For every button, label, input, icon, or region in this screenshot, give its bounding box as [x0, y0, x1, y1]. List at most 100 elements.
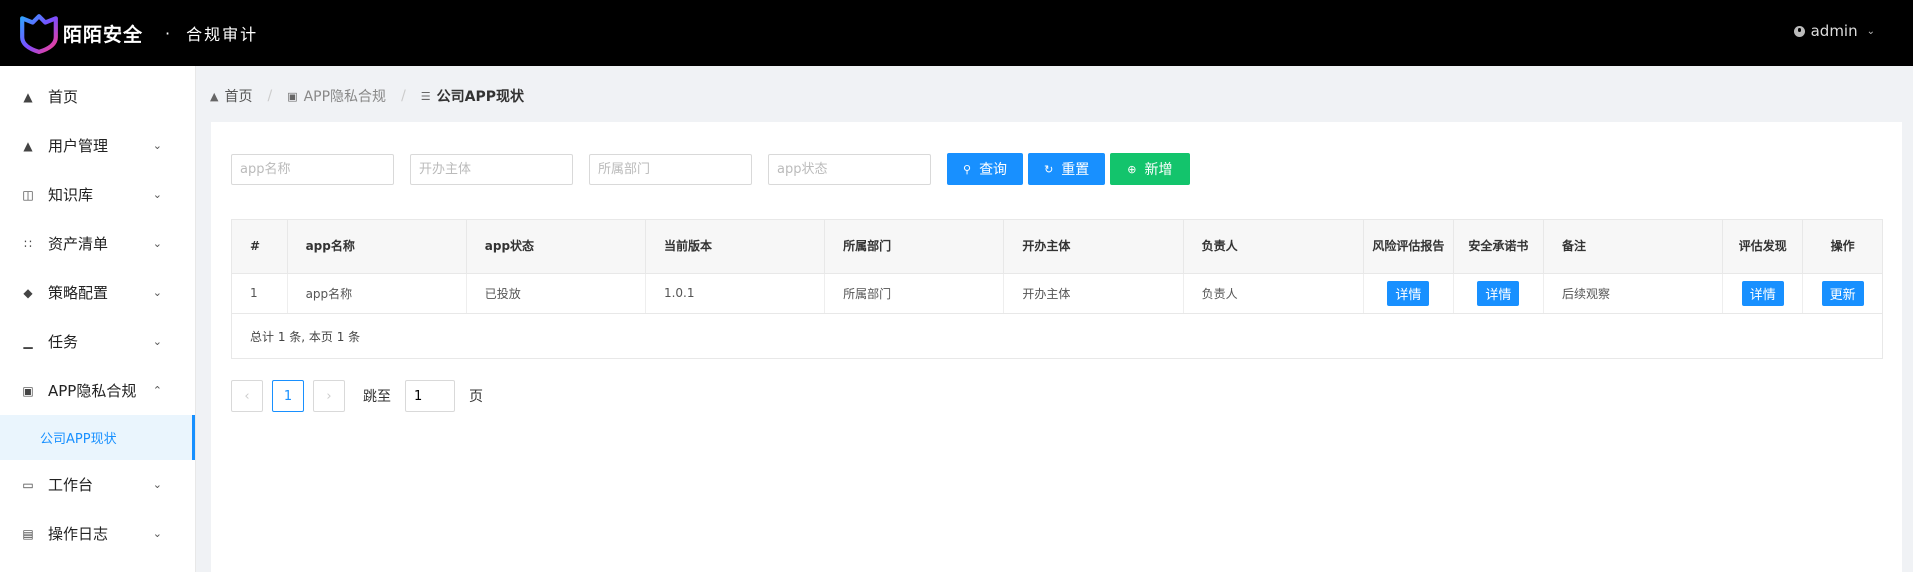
query-button[interactable]: ⚲ 查询: [947, 153, 1024, 185]
findings-detail-button[interactable]: 详情: [1741, 280, 1784, 306]
table-summary: 总计 1 条, 本页 1 条: [250, 330, 361, 344]
refresh-icon: ↻: [1044, 162, 1054, 176]
add-label: 新增: [1144, 162, 1173, 178]
chevron-up-icon: ⌃: [152, 384, 162, 397]
briefcase-icon: ▣: [287, 89, 298, 103]
search-icon: ⚲: [963, 162, 972, 176]
brand-name: 陌陌安全: [63, 23, 144, 46]
chevron-down-icon: ⌄: [152, 237, 162, 250]
bar-chart-icon: ▁: [23, 334, 33, 349]
log-icon: ▤: [22, 526, 34, 541]
risk-report-detail-button[interactable]: 详情: [1387, 280, 1430, 306]
pagination: ‹ 1 › 跳至 页: [231, 380, 483, 412]
filter-bar: ⚲ 查询 ↻ 重置 ⊕ 新增: [231, 153, 1195, 185]
col-header-operator: 开办主体: [1003, 220, 1184, 274]
sidebar-item-label: APP隐私合规: [48, 382, 137, 400]
breadcrumb-current: 公司APP现状: [436, 89, 525, 105]
sidebar-item-user-management[interactable]: ▲ 用户管理 ⌄: [0, 121, 195, 170]
sidebar: ▲ 首页 ▲ 用户管理 ⌄ ◫ 知识库 ⌄ ∷ 资产清单 ⌄ ◆ 策略配置 ⌄ …: [0, 66, 196, 572]
table-header-row: # app名称 app状态 当前版本 所属部门 开办主体 负责人 风险评估报告 …: [232, 220, 1882, 274]
sidebar-item-label: 资产清单: [48, 235, 109, 253]
cell-owner: 负责人: [1183, 273, 1364, 314]
col-header-index: #: [232, 220, 288, 274]
desktop-icon: ▭: [22, 477, 34, 492]
col-header-app-name: app名称: [287, 220, 467, 274]
col-header-version: 当前版本: [645, 220, 826, 274]
sidebar-item-tasks[interactable]: ▁ 任务 ⌄: [0, 317, 195, 366]
sidebar-item-policy-config[interactable]: ◆ 策略配置 ⌄: [0, 268, 195, 317]
cube-icon: ◆: [23, 285, 33, 300]
cell-app-status: 已投放: [466, 273, 646, 314]
home-icon: ▲: [23, 89, 33, 104]
chevron-left-icon: ‹: [244, 388, 250, 404]
sidebar-item-label: 首页: [48, 88, 79, 106]
breadcrumb-separator: /: [267, 88, 273, 104]
col-header-app-status: app状态: [466, 220, 646, 274]
cell-department: 所属部门: [824, 273, 1005, 314]
app-status-input[interactable]: [768, 153, 931, 185]
prev-page-button[interactable]: ‹: [231, 380, 263, 412]
commitment-detail-button[interactable]: 详情: [1477, 280, 1520, 306]
add-button[interactable]: ⊕ 新增: [1110, 153, 1190, 185]
breadcrumb-section[interactable]: APP隐私合规: [304, 86, 386, 106]
jump-page-input[interactable]: [405, 380, 455, 412]
reset-label: 重置: [1061, 162, 1090, 178]
page-suffix: 页: [469, 389, 483, 405]
breadcrumb-home[interactable]: 首页: [224, 86, 252, 106]
sidebar-item-app-privacy[interactable]: ▣ APP隐私合规 ⌃: [0, 366, 195, 415]
col-header-risk-report: 风险评估报告: [1363, 220, 1454, 274]
grid-icon: ∷: [24, 236, 32, 251]
department-input[interactable]: [589, 153, 752, 185]
sidebar-item-operation-log[interactable]: ▤ 操作日志 ⌄: [0, 509, 195, 558]
chevron-down-icon: ⌄: [152, 527, 162, 540]
sidebar-item-company-app-status[interactable]: 公司APP现状: [0, 415, 195, 460]
sidebar-item-label: 公司APP现状: [40, 432, 117, 447]
cell-app-name: app名称: [287, 273, 467, 314]
sidebar-item-asset-list[interactable]: ∷ 资产清单 ⌄: [0, 219, 195, 268]
col-header-remark: 备注: [1543, 220, 1724, 274]
reset-button[interactable]: ↻ 重置: [1028, 153, 1106, 185]
col-header-findings: 评估发现: [1722, 220, 1804, 274]
col-header-department: 所属部门: [824, 220, 1005, 274]
chevron-down-icon: ⌄: [152, 139, 162, 152]
sidebar-item-home[interactable]: ▲ 首页: [0, 72, 195, 121]
app-table: # app名称 app状态 当前版本 所属部门 开办主体 负责人 风险评估报告 …: [231, 219, 1883, 359]
sidebar-item-label: 用户管理: [48, 137, 109, 155]
top-header: 陌陌安全 · 合规审计 admin ⌄: [0, 0, 1913, 66]
next-page-button[interactable]: ›: [313, 380, 345, 412]
col-header-owner: 负责人: [1183, 220, 1364, 274]
app-name-input[interactable]: [231, 153, 394, 185]
cell-risk-report: 详情: [1363, 273, 1454, 314]
table-row: 1 app名称 已投放 1.0.1 所属部门 开办主体 负责人 详情 详情 后续…: [232, 273, 1882, 314]
layers-icon: ☰: [420, 89, 431, 103]
sidebar-item-label: 工作台: [48, 476, 94, 494]
cell-version: 1.0.1: [645, 273, 826, 314]
sidebar-item-label: 任务: [48, 333, 79, 351]
home-icon: ▲: [210, 89, 219, 103]
system-title: 合规审计: [186, 25, 259, 44]
home-icon: ▲: [23, 138, 33, 153]
chevron-down-icon: ⌄: [152, 335, 162, 348]
update-button[interactable]: 更新: [1821, 280, 1864, 306]
cell-action: 更新: [1802, 273, 1882, 314]
sidebar-item-knowledge-base[interactable]: ◫ 知识库 ⌄: [0, 170, 195, 219]
page-number[interactable]: 1: [272, 380, 304, 412]
jump-label: 跳至: [363, 389, 391, 405]
cell-index: 1: [232, 273, 288, 314]
cell-commitment: 详情: [1453, 273, 1544, 314]
cell-operator: 开办主体: [1003, 273, 1184, 314]
breadcrumb-separator: /: [401, 88, 406, 104]
sidebar-item-label: 策略配置: [48, 284, 109, 302]
shield-logo-icon: [20, 14, 58, 54]
query-label: 查询: [979, 162, 1008, 178]
main-content: ⚲ 查询 ↻ 重置 ⊕ 新增 # app名称 app状态 当前版本 所属部门: [211, 122, 1902, 572]
sidebar-item-label: 操作日志: [48, 525, 109, 543]
sidebar-item-label: 知识库: [48, 186, 94, 204]
chevron-down-icon: ⌄: [152, 286, 162, 299]
plus-circle-icon: ⊕: [1127, 162, 1137, 176]
operator-input[interactable]: [410, 153, 573, 185]
header-separator: ·: [165, 23, 171, 43]
sidebar-item-workbench[interactable]: ▭ 工作台 ⌄: [0, 460, 195, 509]
user-menu[interactable]: admin ⌄: [1793, 22, 1875, 40]
briefcase-icon: ▣: [22, 383, 34, 398]
